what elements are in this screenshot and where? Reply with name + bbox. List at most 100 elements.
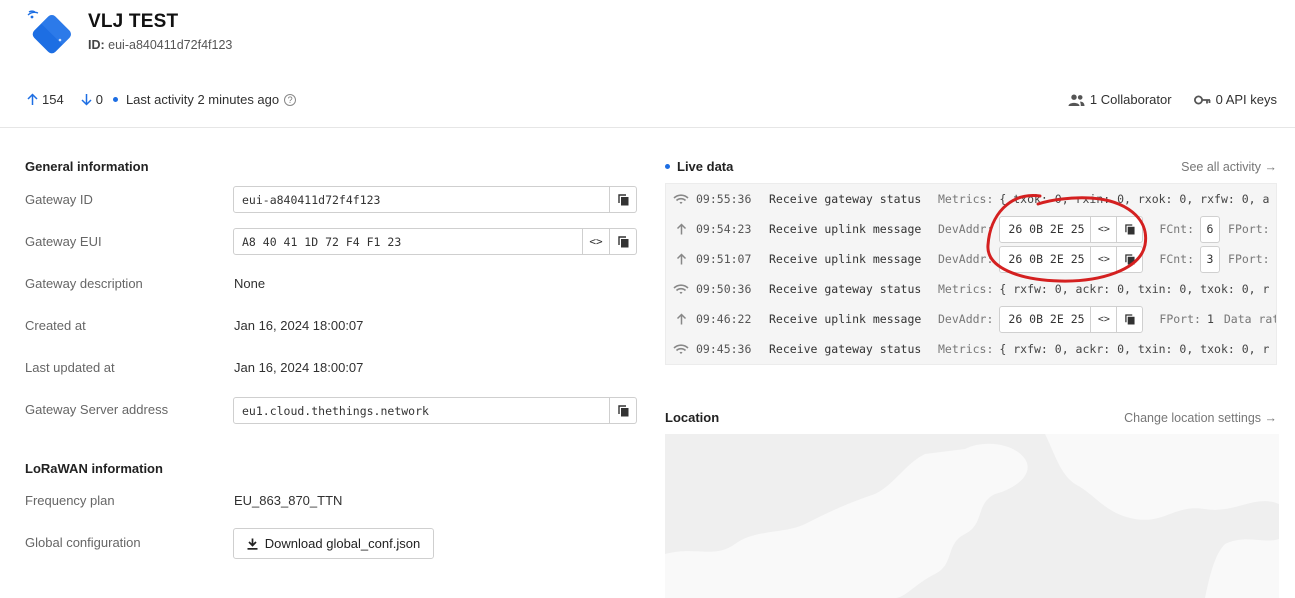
api-keys-label: 0 API keys	[1215, 92, 1277, 107]
gateway-meta: 1 Collaborator 0 API keys	[1046, 92, 1277, 107]
map-landmass	[665, 434, 1279, 598]
traffic-stats: 154 0 Last activity 2 minutes ago ?	[26, 92, 297, 107]
lorawan-info-title: LoRaWAN information	[25, 461, 163, 476]
event-metrics: { rxfw: 0, ackr: 0, txin: 0, txok: 0, r	[999, 342, 1270, 356]
people-icon	[1068, 94, 1085, 106]
fport-label: FPort:	[1228, 222, 1270, 236]
global-config-label: Global configuration	[25, 535, 141, 550]
fcnt-label: FCnt:	[1159, 252, 1195, 266]
live-dot	[665, 164, 670, 169]
event-row[interactable]: 09:51:07 Receive uplink message DevAddr:…	[666, 244, 1276, 274]
fcnt-value: 6	[1200, 215, 1221, 243]
frequency-plan-value: EU_863_870_TTN	[234, 493, 343, 508]
gateway-status-icon	[673, 283, 689, 294]
data-rate-label: Data rat	[1223, 312, 1277, 326]
api-keys-link[interactable]: 0 API keys	[1193, 92, 1277, 107]
gateway-id-field: eui-a840411d72f4f123	[233, 186, 637, 213]
toggle-devaddr-button[interactable]: <>	[1090, 306, 1116, 332]
download-label: Download global_conf.json	[264, 536, 421, 551]
last-updated-label: Last updated at	[25, 360, 115, 375]
gateway-eui-field: A8 40 41 1D 72 F4 F1 23 <>	[233, 228, 637, 255]
event-time: 09:54:23	[696, 222, 752, 236]
live-data-label: Live data	[677, 159, 734, 174]
gateway-status-icon	[673, 343, 689, 354]
event-metrics: { txok: 0, rxin: 0, rxok: 0, rxfw: 0, a	[999, 192, 1270, 206]
general-info-title: General information	[25, 159, 149, 174]
devaddr-value[interactable]: 26 0B 2E 25	[1000, 307, 1090, 332]
toggle-eui-format-button[interactable]: <>	[582, 229, 609, 254]
copy-icon	[617, 193, 628, 205]
event-message: Receive gateway status	[769, 342, 922, 356]
devaddr-chip: 26 0B 2E 25 <>	[999, 215, 1144, 243]
gateway-icon	[27, 10, 71, 54]
event-time: 09:45:36	[696, 342, 752, 356]
copy-icon	[1125, 223, 1135, 234]
collaborators-link[interactable]: 1 Collaborator	[1068, 92, 1172, 107]
location-title: Location	[665, 410, 720, 425]
gateway-eui-value[interactable]: A8 40 41 1D 72 F4 F1 23	[234, 229, 582, 254]
event-row[interactable]: 09:50:36 Receive gateway status Metrics:…	[666, 274, 1276, 304]
event-time: 09:50:36	[696, 282, 752, 296]
toggle-devaddr-button[interactable]: <>	[1090, 246, 1116, 272]
header-divider	[0, 127, 1295, 128]
event-label: Metrics:	[938, 342, 994, 356]
copy-server-address-button[interactable]	[609, 398, 636, 423]
created-at-value: Jan 16, 2024 18:00:07	[234, 318, 364, 333]
uplink-arrow-icon	[676, 313, 686, 325]
event-time: 09:55:36	[696, 192, 752, 206]
download-global-conf-button[interactable]: Download global_conf.json	[233, 528, 434, 559]
copy-icon	[1125, 313, 1135, 324]
copy-gateway-eui-button[interactable]	[609, 229, 636, 254]
fport-label: FPort:	[1159, 312, 1201, 326]
event-time: 09:51:07	[696, 252, 752, 266]
see-all-activity-link[interactable]: See all activity →	[1181, 160, 1277, 174]
event-row[interactable]: 09:45:36 Receive gateway status Metrics:…	[666, 334, 1276, 364]
copy-gateway-id-button[interactable]	[609, 187, 636, 212]
event-label: DevAddr:	[938, 222, 994, 236]
copy-devaddr-button[interactable]	[1116, 216, 1142, 242]
devaddr-value[interactable]: 26 0B 2E 25	[1000, 217, 1090, 242]
downlink-count: 0	[95, 92, 103, 107]
gateway-title: VLJ TEST	[88, 11, 179, 32]
key-icon	[1193, 95, 1210, 104]
created-at-label: Created at	[25, 318, 86, 333]
uplink-stat: 154	[26, 92, 64, 107]
gateway-description-value: None	[234, 276, 266, 291]
event-metrics: { rxfw: 0, ackr: 0, txin: 0, txok: 0, r	[999, 282, 1270, 296]
id-value: eui-a840411d72f4f123	[108, 38, 233, 52]
copy-icon	[1125, 253, 1135, 264]
server-address-field: eu1.cloud.thethings.network	[233, 397, 637, 424]
event-row[interactable]: 09:55:36 Receive gateway status Metrics:…	[666, 184, 1276, 214]
location-map[interactable]	[665, 434, 1279, 598]
uplink-arrow-icon	[676, 253, 686, 265]
event-row[interactable]: 09:46:22 Receive uplink message DevAddr:…	[666, 304, 1277, 334]
fport-value: 1	[1206, 312, 1214, 326]
event-label: DevAddr:	[938, 312, 994, 326]
collaborators-label: 1 Collaborator	[1089, 92, 1172, 107]
id-label: ID:	[88, 38, 105, 52]
server-address-value[interactable]: eu1.cloud.thethings.network	[234, 398, 609, 423]
live-data-feed[interactable]: 09:55:36 Receive gateway status Metrics:…	[665, 183, 1277, 365]
fcnt-value: 3	[1200, 245, 1221, 273]
arrow-up-icon	[27, 93, 38, 105]
copy-devaddr-button[interactable]	[1116, 246, 1142, 272]
copy-devaddr-button[interactable]	[1116, 306, 1142, 332]
help-icon[interactable]: ?	[284, 93, 297, 106]
event-message: Receive uplink message	[769, 222, 922, 236]
gateway-description-label: Gateway description	[25, 276, 143, 291]
toggle-devaddr-button[interactable]: <>	[1090, 216, 1116, 242]
event-label: DevAddr:	[938, 252, 994, 266]
event-row[interactable]: 09:54:23 Receive uplink message DevAddr:…	[666, 214, 1276, 244]
last-updated-value: Jan 16, 2024 18:00:07	[234, 360, 364, 375]
status-dot	[112, 97, 118, 102]
downlink-stat: 0	[80, 92, 103, 107]
arrow-down-icon	[81, 94, 92, 106]
gateway-id-value[interactable]: eui-a840411d72f4f123	[234, 187, 609, 212]
devaddr-chip: 26 0B 2E 25 <>	[999, 305, 1144, 333]
event-time: 09:46:22	[696, 312, 752, 326]
event-label: Metrics:	[938, 282, 994, 296]
devaddr-value[interactable]: 26 0B 2E 25	[1000, 247, 1090, 272]
copy-icon	[617, 235, 628, 247]
change-location-link[interactable]: Change location settings →	[1124, 411, 1277, 425]
event-message: Receive gateway status	[769, 282, 922, 296]
